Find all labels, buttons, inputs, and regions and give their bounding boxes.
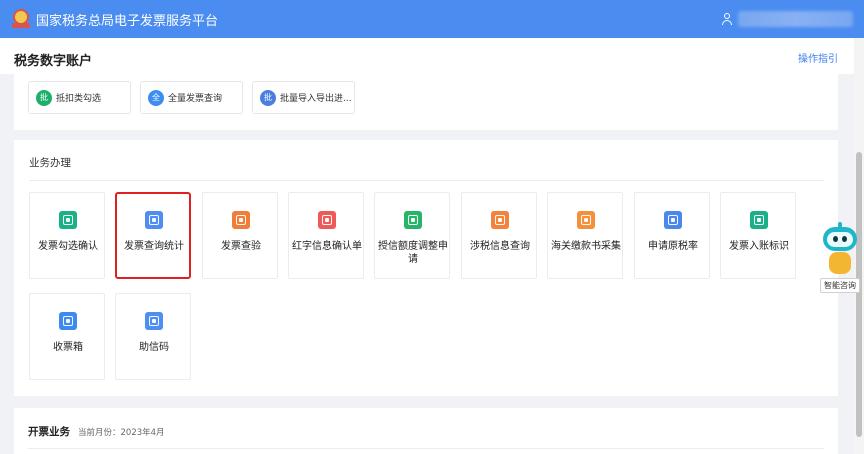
- scrollbar-thumb[interactable]: [856, 152, 862, 437]
- tile-label: 收票箱: [53, 342, 83, 353]
- user-name-blurred[interactable]: [738, 11, 853, 27]
- tile-customs-payment-collect[interactable]: 海关缴款书采集: [547, 192, 623, 279]
- tile-label: 发票入账标识: [729, 241, 789, 252]
- mailbox-icon: [59, 312, 77, 330]
- quick-actions-panel: 批 抵扣类勾选 全 全量发票查询 批 批量导入导出进...: [14, 74, 838, 130]
- tile-label: 发票查验: [221, 241, 261, 252]
- tile-invoice-mailbox[interactable]: 收票箱: [29, 293, 105, 380]
- quick-action-label: 抵扣类勾选: [56, 94, 102, 104]
- tile-label: 涉税信息查询: [470, 241, 530, 252]
- tile-label: 发票查询统计: [124, 241, 184, 252]
- tile-credit-limit-adjust[interactable]: 授信额度调整申请: [374, 192, 450, 279]
- batch-badge-icon: 批: [260, 89, 276, 106]
- invoice-search-icon: [145, 211, 163, 229]
- top-bar: 国家税务总局电子发票服务平台: [0, 0, 864, 38]
- tile-credit-code[interactable]: 助信码: [115, 293, 191, 380]
- tile-invoice-verify[interactable]: 发票查验: [202, 192, 278, 279]
- tile-apply-original-tax-rate[interactable]: 申请原税率: [634, 192, 710, 279]
- invoice-check-icon: [59, 211, 77, 229]
- page-header: 税务数字账户 操作指引: [0, 38, 854, 74]
- tile-label: 申请原税率: [648, 241, 698, 252]
- ticket-verify-icon: [232, 211, 250, 229]
- batch-badge-icon: 批: [36, 89, 52, 106]
- business-panel: 业务办理 发票勾选确认 发票查询统计 发票查验 红字信息确认单 授信额度调整申请…: [14, 140, 838, 396]
- tile-label: 红字信息确认单: [292, 241, 362, 252]
- tile-invoice-query-stats[interactable]: 发票查询统计: [115, 192, 191, 279]
- tile-red-info-confirm[interactable]: 红字信息确认单: [288, 192, 364, 279]
- customs-payment-icon: [577, 211, 595, 229]
- quick-action-label: 全量发票查询: [168, 94, 223, 104]
- tile-label: 助信码: [139, 342, 169, 353]
- tile-label: 海关缴款书采集: [551, 241, 621, 252]
- invoicing-title: 开票业务: [28, 426, 70, 438]
- section-divider: [29, 180, 824, 181]
- tile-invoice-check-confirm[interactable]: 发票勾选确认: [29, 192, 105, 279]
- credit-adjust-icon: [404, 211, 422, 229]
- robot-eye: [842, 236, 847, 242]
- invoice-booking-icon: [750, 211, 768, 229]
- tax-emblem-logo: [12, 9, 30, 29]
- tile-invoice-booking-mark[interactable]: 发票入账标识: [720, 192, 796, 279]
- user-icon[interactable]: [722, 13, 732, 25]
- robot-body: [829, 252, 851, 274]
- tax-info-search-icon: [491, 211, 509, 229]
- tile-label: 发票勾选确认: [38, 241, 98, 252]
- page-title: 税务数字账户: [14, 54, 93, 69]
- tile-tax-info-query[interactable]: 涉税信息查询: [461, 192, 537, 279]
- section-divider: [28, 448, 824, 449]
- robot-eye: [833, 236, 838, 242]
- smart-consult-label[interactable]: 智能咨询: [820, 278, 860, 293]
- section-title: 业务办理: [29, 157, 71, 169]
- quick-action-full-invoice-query[interactable]: 全 全量发票查询: [140, 81, 243, 114]
- robot-face: [827, 232, 853, 247]
- invoicing-panel: 开票业务 当前月份：2023年4月: [14, 408, 838, 454]
- quick-action-label: 批量导入导出进...: [280, 94, 352, 104]
- quick-action-batch-import-export[interactable]: 批 批量导入导出进...: [252, 81, 355, 114]
- smart-consult-widget[interactable]: 智能咨询: [818, 222, 862, 294]
- help-guide-link[interactable]: 操作指引: [798, 50, 838, 65]
- current-month: 当前月份：2023年4月: [78, 428, 165, 438]
- quick-action-deduction-select[interactable]: 批 抵扣类勾选: [28, 81, 131, 114]
- all-badge-icon: 全: [148, 89, 164, 106]
- qr-code-icon: [145, 312, 163, 330]
- platform-title: 国家税务总局电子发票服务平台: [36, 13, 219, 29]
- tile-label: 授信额度调整申请: [378, 241, 448, 265]
- red-document-icon: [318, 211, 336, 229]
- tax-rate-apply-icon: [664, 211, 682, 229]
